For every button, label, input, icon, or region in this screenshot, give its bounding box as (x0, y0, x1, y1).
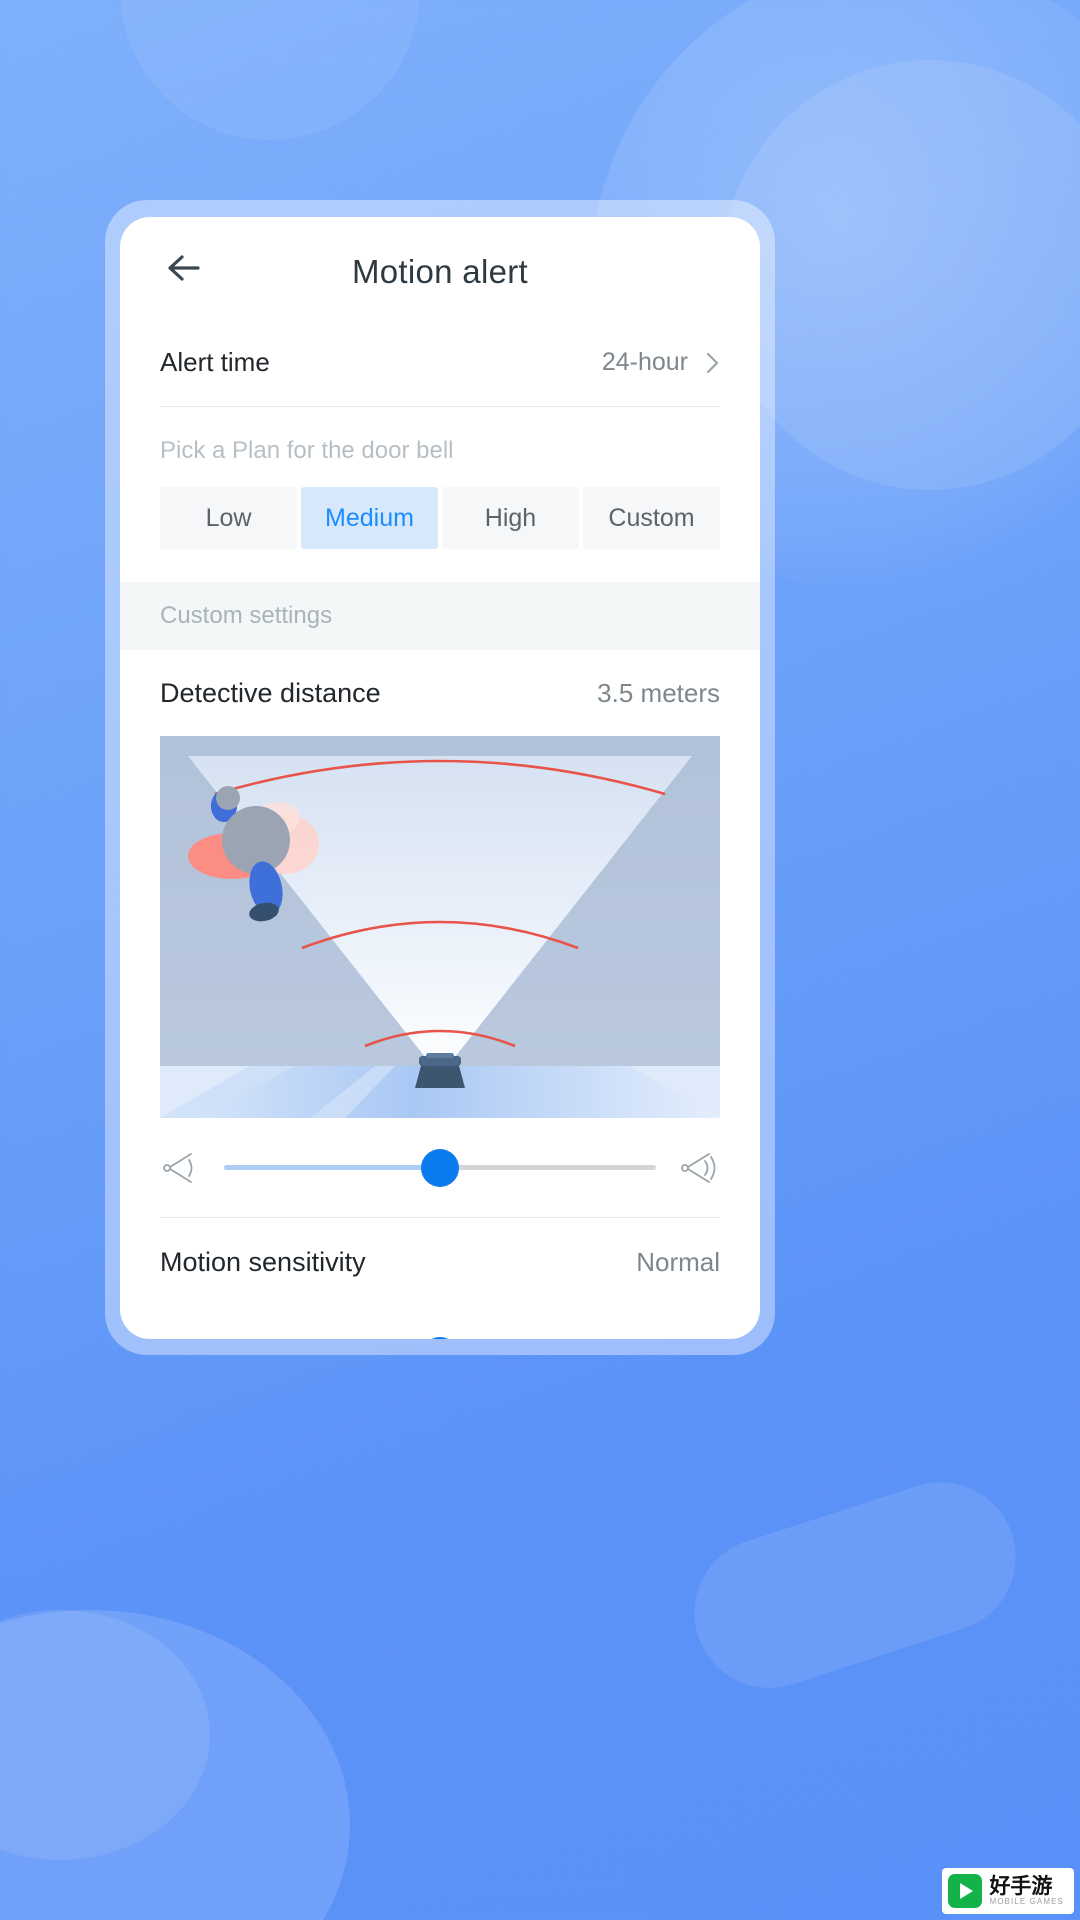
illustration-canvas (160, 736, 720, 1118)
page-title: Motion alert (351, 253, 528, 290)
chevron-right-icon (706, 352, 719, 373)
detective-distance-label: Detective distance (160, 677, 381, 708)
background-blob-bottom-left (0, 1610, 350, 1920)
device-lens (426, 1053, 454, 1058)
play-triangle-icon (960, 1883, 974, 1899)
alert-time-row[interactable]: Alert time 24-hour (160, 319, 720, 407)
stopwatch-short-icon[interactable] (160, 1335, 202, 1339)
plan-option-low[interactable]: Low (160, 487, 297, 549)
stopwatch-long-glyph (678, 1335, 720, 1339)
play-badge-icon (948, 1874, 983, 1908)
plan-hint: Pick a Plan for the door bell (160, 437, 454, 464)
wide-angle-glyph (681, 1152, 716, 1183)
arrow-left-icon (168, 255, 200, 281)
alert-time-right: 24-hour (602, 348, 720, 377)
slider-thumb[interactable] (421, 1148, 459, 1187)
stopwatch-short-glyph (160, 1335, 202, 1339)
alert-time-value: 24-hour (601, 348, 688, 376)
detection-cone-illustration (160, 736, 720, 1118)
slider-thumb[interactable] (421, 1337, 459, 1339)
plan-option-medium[interactable]: Medium (301, 487, 438, 549)
settings-card: Motion alert Alert time 24-hour Pick a P… (120, 217, 760, 1339)
plan-option-custom[interactable]: Custom (583, 487, 720, 549)
motion-sensitivity-row: Motion sensitivity Normal (160, 1218, 720, 1306)
person-head (216, 786, 240, 810)
watermark-subtitle: MOBILE GAMES (989, 1896, 1064, 1906)
background-blob-top-left (120, 0, 420, 140)
alert-time-label: Alert time (160, 347, 270, 377)
detective-distance-row: Detective distance 3.5 meters (160, 650, 720, 736)
slider-fill (224, 1165, 440, 1170)
detective-distance-slider-row (160, 1118, 720, 1218)
stopwatch-long-icon[interactable] (678, 1335, 720, 1339)
narrow-angle-icon[interactable] (160, 1147, 202, 1189)
motion-sensitivity-slider[interactable] (224, 1335, 656, 1339)
background-blob-bottom-right (674, 1462, 1036, 1708)
header: Motion alert (120, 217, 760, 319)
motion-sensitivity-slider-row (160, 1306, 720, 1339)
back-button[interactable] (162, 247, 208, 289)
motion-sensitivity-value: Normal (636, 1246, 720, 1277)
watermark-texts: 好手游 MOBILE GAMES (989, 1874, 1064, 1906)
detective-distance-value: 3.5 meters (597, 677, 720, 708)
plan-option-high[interactable]: High (442, 487, 579, 549)
motion-sensitivity-label: Motion sensitivity (160, 1246, 366, 1277)
wide-angle-icon[interactable] (678, 1147, 720, 1189)
custom-settings-section-header: Custom settings (120, 582, 760, 650)
background-blob-bottom-left-2 (0, 1610, 210, 1860)
watermark: 好手游 MOBILE GAMES (942, 1868, 1074, 1914)
doorbell-device (415, 1053, 465, 1088)
detective-distance-slider[interactable] (224, 1147, 656, 1189)
narrow-angle-glyph (163, 1152, 193, 1183)
plan-selector: Low Medium High Custom (160, 487, 720, 549)
watermark-title: 好手游 (989, 1874, 1053, 1898)
